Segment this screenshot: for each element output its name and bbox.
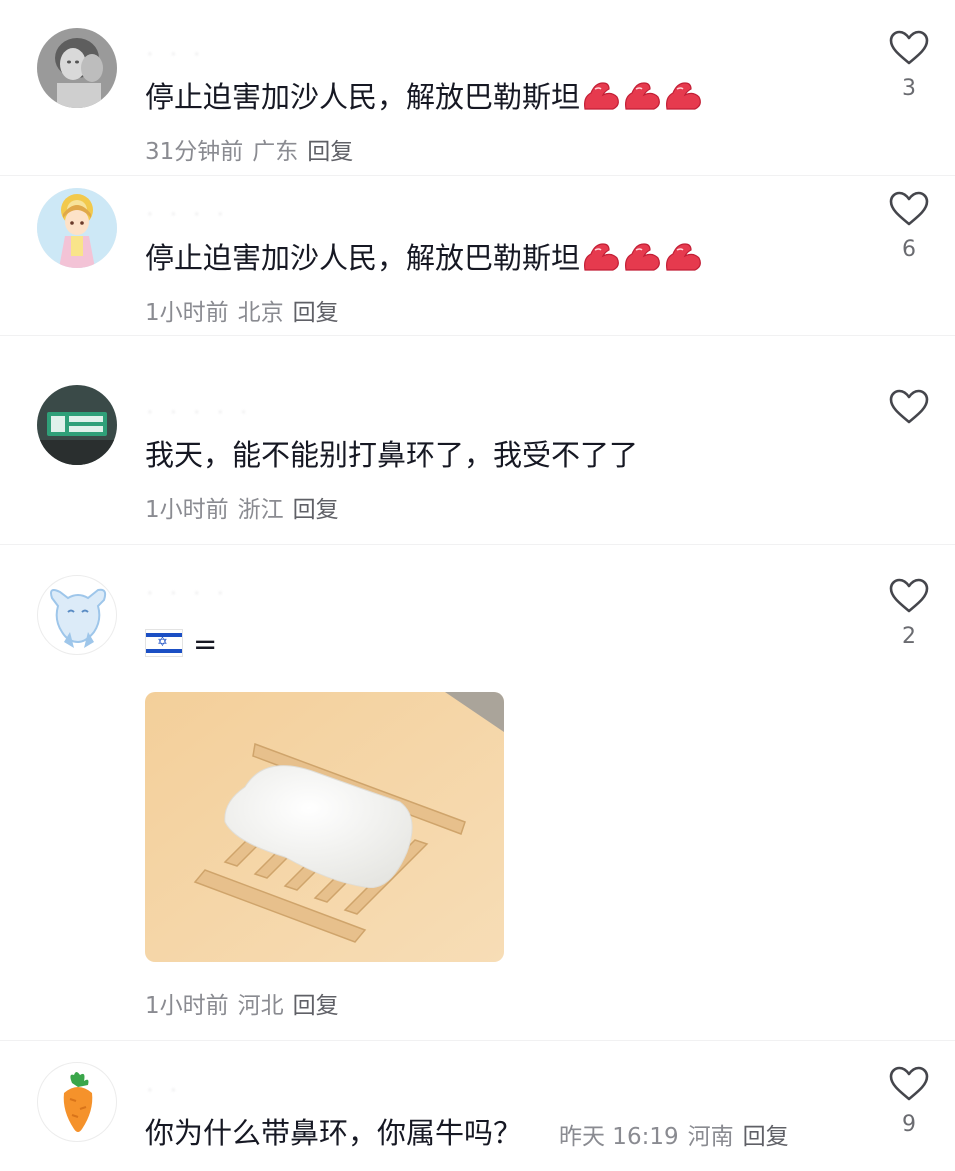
comment-text: 停止迫害加沙人民，解放巴勒斯坦: [145, 238, 703, 278]
like-count: 3: [902, 76, 916, 101]
heart-outline-icon: [889, 30, 929, 65]
avatar[interactable]: [37, 575, 117, 655]
like-count: 2: [902, 624, 916, 649]
comment-image-soap-on-dish[interactable]: [145, 692, 504, 962]
muscle-emoji-group: [580, 241, 703, 275]
comment-meta: 1小时前 河北 回复: [145, 986, 348, 1020]
comment-text-content: 停止迫害加沙人民，解放巴勒斯坦: [145, 80, 581, 114]
muscle-emoji-icon: [584, 243, 619, 271]
divider: [0, 175, 955, 176]
muscle-emoji-group: [580, 80, 703, 114]
like-count: 6: [902, 237, 916, 262]
muscle-emoji-icon: [666, 82, 701, 110]
comment-text-content: 停止迫害加沙人民，解放巴勒斯坦: [145, 241, 581, 275]
comment-meta: 1小时前 北京 回复: [145, 293, 348, 327]
heart-outline-icon: [889, 1066, 929, 1101]
like-button[interactable]: 9: [887, 1066, 931, 1137]
comment-text: 你为什么带鼻环，你属牛吗？: [145, 1113, 522, 1153]
comment-time: 1小时前: [145, 300, 229, 326]
comment-text: 停止迫害加沙人民，解放巴勒斯坦: [145, 77, 703, 117]
avatar-exit-sign-image: [37, 385, 117, 465]
comment-time: 1小时前: [145, 993, 229, 1019]
comment-text-content: =: [193, 627, 218, 661]
comment-meta: 1小时前 浙江 回复: [145, 490, 348, 524]
comment-location: 河南: [687, 1124, 734, 1150]
reply-button[interactable]: 回复: [293, 497, 339, 523]
comment-time: 1小时前: [145, 497, 229, 523]
username[interactable]: · · · · ·: [147, 402, 317, 422]
divider: [0, 544, 955, 545]
avatar[interactable]: [37, 1062, 117, 1142]
muscle-emoji-icon: [584, 82, 619, 110]
divider: [0, 1040, 955, 1041]
avatar-carrot-image: [38, 1063, 116, 1141]
comment-location: 河北: [237, 993, 284, 1019]
heart-outline-icon: [889, 389, 929, 424]
heart-outline-icon: [889, 578, 929, 613]
muscle-emoji-icon: [666, 243, 701, 271]
comment-time: 31分钟前: [145, 139, 244, 165]
avatar[interactable]: [37, 28, 117, 108]
comment-text-content: 你为什么带鼻环，你属牛吗？: [145, 1116, 523, 1150]
username[interactable]: · · ·: [147, 44, 317, 64]
username[interactable]: · · · ·: [147, 583, 317, 603]
muscle-emoji-icon: [625, 243, 660, 271]
comment-location: 北京: [237, 300, 284, 326]
avatar-cartoon-creature-image: [38, 576, 116, 654]
comment-time: 昨天 16:19: [559, 1124, 679, 1150]
like-button[interactable]: 6: [887, 191, 931, 262]
muscle-emoji-icon: [625, 82, 660, 110]
divider: [0, 335, 955, 336]
comment-text: 我天，能不能别打鼻环了，我受不了了: [145, 438, 639, 472]
like-count: 9: [902, 1112, 916, 1137]
comment-location: 广东: [252, 139, 299, 165]
like-button[interactable]: 2: [887, 578, 931, 649]
avatar-statue-image: [37, 28, 117, 108]
comment-meta: 昨天 16:19 河南 回复: [559, 1117, 798, 1151]
avatar[interactable]: [37, 188, 117, 268]
reply-button[interactable]: 回复: [293, 993, 339, 1019]
comment-text: ✡ =: [145, 624, 217, 664]
like-button[interactable]: [887, 389, 931, 435]
like-button[interactable]: 3: [887, 30, 931, 101]
reply-button[interactable]: 回复: [293, 300, 339, 326]
reply-button[interactable]: 回复: [743, 1124, 789, 1150]
heart-outline-icon: [889, 191, 929, 226]
avatar-anime-girl-image: [37, 188, 117, 268]
avatar[interactable]: [37, 385, 117, 465]
israel-flag-icon: ✡: [145, 629, 183, 657]
username[interactable]: · ·: [147, 1080, 317, 1100]
comment-meta: 31分钟前 广东 回复: [145, 132, 362, 166]
username[interactable]: · · · ·: [147, 204, 317, 224]
reply-button[interactable]: 回复: [307, 139, 353, 165]
comment-location: 浙江: [237, 497, 284, 523]
